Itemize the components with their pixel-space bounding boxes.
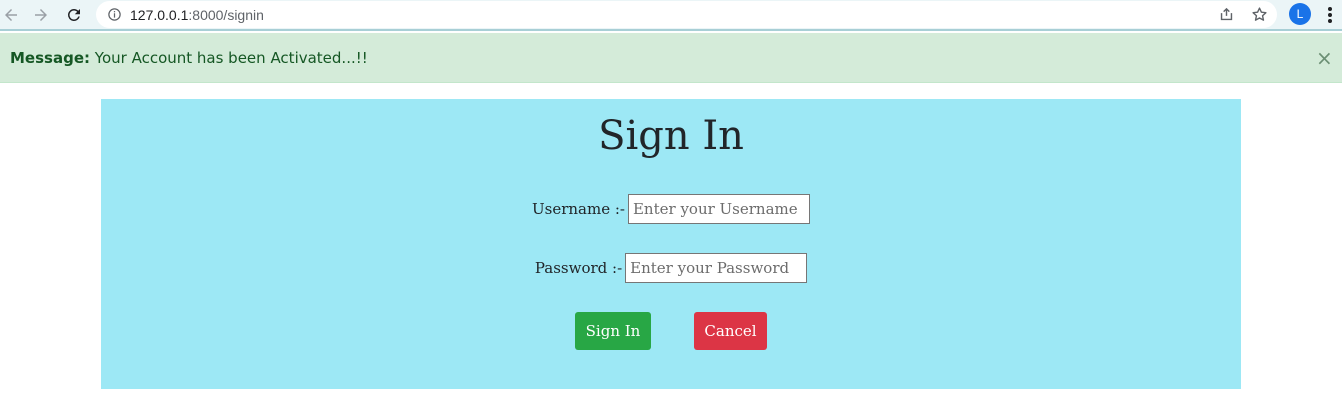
close-icon[interactable]: ×: [1316, 48, 1333, 68]
more-vert-icon[interactable]: [1326, 4, 1334, 26]
reload-icon[interactable]: [63, 4, 85, 26]
alert-message: Message: Your Account has been Activated…: [0, 33, 1342, 83]
signin-button[interactable]: Sign In: [575, 312, 651, 350]
info-icon[interactable]: [107, 7, 122, 22]
share-icon[interactable]: [1218, 6, 1235, 23]
password-input[interactable]: [625, 253, 808, 283]
signin-panel: Sign In Username :- Password :- Sign In …: [101, 99, 1241, 389]
page-title: Sign In: [598, 113, 744, 159]
cancel-button[interactable]: Cancel: [694, 312, 767, 350]
alert-body: Your Account has been Activated...!!: [94, 49, 368, 67]
alert-text: Message: Your Account has been Activated…: [10, 49, 368, 67]
password-row: Password :-: [101, 253, 1241, 283]
alert-label: Message:: [10, 49, 90, 67]
address-bar[interactable]: 127.0.0.1:8000/signin: [96, 1, 1277, 28]
url-text: 127.0.0.1:8000/signin: [130, 7, 264, 23]
browser-toolbar: 127.0.0.1:8000/signin L: [0, 0, 1342, 31]
profile-avatar[interactable]: L: [1289, 3, 1311, 25]
url-host: 127.0.0.1: [130, 7, 189, 23]
forward-arrow-icon[interactable]: [30, 4, 52, 26]
star-icon[interactable]: [1251, 6, 1268, 23]
username-input[interactable]: [627, 194, 810, 224]
username-label: Username :-: [532, 200, 625, 218]
url-path: :8000/signin: [188, 7, 264, 23]
password-label: Password :-: [534, 259, 623, 277]
back-arrow-icon[interactable]: [0, 4, 22, 26]
username-row: Username :-: [101, 194, 1241, 224]
